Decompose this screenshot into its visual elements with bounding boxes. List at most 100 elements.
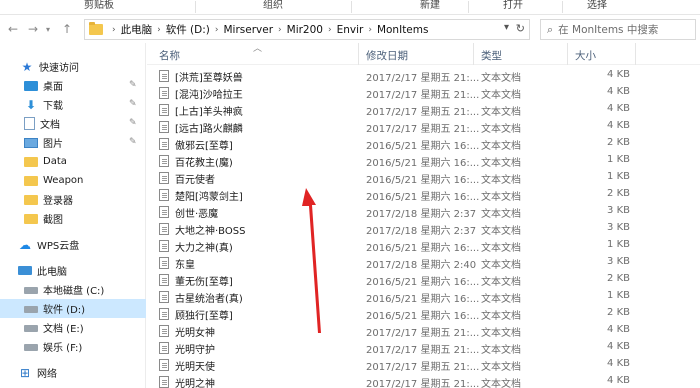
table-row[interactable]: 傲邪云[至尊] 2016/5/21 星期六 16:... 文本文档 2 KB	[147, 135, 700, 152]
file-modified-date: 2017/2/17 星期五 21:...	[366, 73, 480, 84]
text-file-icon	[159, 87, 169, 99]
column-divider[interactable]	[567, 43, 568, 65]
chevron-right-icon[interactable]: ›	[363, 25, 377, 35]
chevron-right-icon[interactable]: ›	[323, 25, 337, 35]
back-button[interactable]: ←	[4, 20, 22, 38]
up-button[interactable]: ↑	[58, 20, 76, 38]
chevron-right-icon[interactable]: ›	[152, 25, 166, 35]
file-type: 文本文档	[481, 107, 521, 118]
breadcrumb-mir200[interactable]: Mir200	[287, 24, 323, 36]
folder-icon	[89, 22, 103, 35]
file-name: [远古]路火麒麟	[175, 124, 243, 135]
file-type: 文本文档	[481, 124, 521, 135]
nav-item-drive-c[interactable]: 本地磁盘 (C:)	[0, 280, 146, 299]
pin-icon[interactable]: ✎	[129, 80, 137, 90]
search-box[interactable]: ⌕	[540, 19, 696, 40]
nav-item-screenshots[interactable]: 截图	[0, 209, 146, 228]
nav-item-weapon[interactable]: Weapon	[0, 171, 146, 190]
breadcrumb-envir[interactable]: Envir	[337, 24, 364, 36]
table-row[interactable]: 百花教主(魔) 2016/5/21 星期六 16:... 文本文档 1 KB	[147, 152, 700, 169]
pin-icon[interactable]: ✎	[129, 118, 137, 128]
forward-button[interactable]: →	[24, 20, 42, 38]
table-row[interactable]: [远古]路火麒麟 2017/2/17 星期五 21:... 文本文档 4 KB	[147, 118, 700, 135]
ribbon-divider	[468, 1, 469, 13]
breadcrumb-mirserver[interactable]: Mirserver	[223, 24, 273, 36]
nav-item-wps-cloud[interactable]: ☁ WPS云盘	[0, 235, 146, 254]
column-divider[interactable]	[473, 43, 474, 65]
file-type: 文本文档	[481, 379, 521, 388]
file-type: 文本文档	[481, 311, 521, 322]
nav-item-pictures[interactable]: 图片 ✎	[0, 133, 146, 152]
file-size: 4 KB	[607, 341, 630, 352]
table-row[interactable]: 光明女神 2017/2/17 星期五 21:... 文本文档 4 KB	[147, 322, 700, 339]
nav-item-drive-f[interactable]: 娱乐 (F:)	[0, 337, 146, 356]
file-type: 文本文档	[481, 175, 521, 186]
breadcrumb-monitems[interactable]: MonItems	[377, 24, 429, 36]
pin-icon[interactable]: ✎	[129, 137, 137, 147]
table-row[interactable]: 大地之神·BOSS 2017/2/18 星期六 2:37 文本文档 3 KB	[147, 220, 700, 237]
address-row: ← → ▾ ↑ › 此电脑 › 软件 (D:) › Mirserver › Mi…	[0, 15, 700, 43]
file-type: 文本文档	[481, 243, 521, 254]
table-row[interactable]: 古星统治者(真) 2016/5/21 星期六 16:... 文本文档 1 KB	[147, 288, 700, 305]
nav-item-downloads[interactable]: ⬇ 下载 ✎	[0, 95, 146, 114]
file-modified-date: 2017/2/18 星期六 2:37	[366, 209, 477, 220]
drive-icon	[24, 287, 38, 294]
chevron-right-icon[interactable]: ›	[273, 25, 287, 35]
address-bar[interactable]: › 此电脑 › 软件 (D:) › Mirserver › Mir200 › E…	[84, 19, 530, 40]
table-row[interactable]: [上古]羊头神疯 2017/2/17 星期五 21:... 文本文档 4 KB	[147, 101, 700, 118]
ribbon-group-clipboard: 剪贴板	[84, 0, 114, 11]
nav-item-drive-e[interactable]: 文档 (E:)	[0, 318, 146, 337]
nav-item-this-pc[interactable]: 此电脑	[0, 261, 146, 280]
search-input[interactable]	[558, 23, 689, 36]
file-type: 文本文档	[481, 141, 521, 152]
column-header-size[interactable]: 大小	[575, 48, 596, 63]
download-icon: ⬇	[25, 97, 37, 112]
table-row[interactable]: 百元使者 2016/5/21 星期六 16:... 文本文档 1 KB	[147, 169, 700, 186]
nav-item-label: Weapon	[43, 175, 84, 186]
file-modified-date: 2016/5/21 星期六 16:...	[366, 311, 480, 322]
nav-item-quick-access[interactable]: ★ 快速访问	[0, 57, 146, 76]
ribbon-group-labels: 剪贴板 组织 新建 打开 选择	[0, 0, 700, 15]
table-row[interactable]: 董无伤[至尊] 2016/5/21 星期六 16:... 文本文档 2 KB	[147, 271, 700, 288]
nav-item-network[interactable]: ⊞ 网络	[0, 363, 146, 382]
file-name: 大地之神·BOSS	[175, 226, 246, 237]
table-row[interactable]: 顾独行[至尊] 2016/5/21 星期六 16:... 文本文档 2 KB	[147, 305, 700, 322]
recent-locations-button[interactable]: ▾	[42, 20, 54, 38]
table-row[interactable]: [洪荒]至尊妖兽 2017/2/17 星期五 21:... 文本文档 4 KB	[147, 67, 700, 84]
nav-item-launcher[interactable]: 登录器	[0, 190, 146, 209]
file-list: ︿ 名称 修改日期 类型 大小 [洪荒]至尊妖兽 2017/2/17 星期五 21…	[147, 43, 700, 388]
column-header-date[interactable]: 修改日期	[366, 48, 408, 63]
document-icon	[24, 117, 35, 130]
table-row[interactable]: 大力之神(真) 2016/5/21 星期六 16:... 文本文档 1 KB	[147, 237, 700, 254]
nav-item-drive-d[interactable]: 软件 (D:)	[0, 299, 146, 318]
file-size: 2 KB	[607, 188, 630, 199]
table-row[interactable]: 东皇 2017/2/18 星期六 2:40 文本文档 3 KB	[147, 254, 700, 271]
file-name: [混沌]沙哈拉王	[175, 90, 243, 101]
table-row[interactable]: 楚阳[鸿蒙剑主] 2016/5/21 星期六 16:... 文本文档 2 KB	[147, 186, 700, 203]
table-row[interactable]: 光明之神 2017/2/17 星期五 21:... 文本文档 4 KB	[147, 373, 700, 388]
nav-item-data[interactable]: Data	[0, 152, 146, 171]
refresh-icon[interactable]: ↻	[516, 22, 525, 35]
column-header-name[interactable]: 名称	[159, 48, 180, 63]
folder-icon	[24, 156, 38, 167]
column-divider[interactable]	[635, 43, 636, 65]
table-row[interactable]: 创世·恶魔 2017/2/18 星期六 2:37 文本文档 3 KB	[147, 203, 700, 220]
table-row[interactable]: [混沌]沙哈拉王 2017/2/17 星期五 21:... 文本文档 4 KB	[147, 84, 700, 101]
pin-icon[interactable]: ✎	[129, 99, 137, 109]
column-header-type[interactable]: 类型	[481, 48, 502, 63]
network-icon: ⊞	[19, 365, 31, 380]
breadcrumb-drive-d[interactable]: 软件 (D:)	[166, 22, 210, 37]
column-divider[interactable]	[358, 43, 359, 65]
table-row[interactable]: 光明守护 2017/2/17 星期五 21:... 文本文档 4 KB	[147, 339, 700, 356]
address-dropdown-icon[interactable]: ▾	[504, 22, 509, 33]
nav-item-documents[interactable]: 文档 ✎	[0, 114, 146, 133]
table-row[interactable]: 光明天使 2017/2/17 星期五 21:... 文本文档 4 KB	[147, 356, 700, 373]
nav-item-label: 快速访问	[39, 63, 79, 74]
text-file-icon	[159, 274, 169, 286]
arrow-left-icon: ←	[7, 22, 19, 36]
breadcrumb-this-pc[interactable]: 此电脑	[121, 22, 153, 37]
nav-item-desktop[interactable]: 桌面 ✎	[0, 76, 146, 95]
ribbon-divider	[351, 1, 352, 13]
chevron-right-icon[interactable]: ›	[210, 25, 224, 35]
file-modified-date: 2017/2/17 星期五 21:...	[366, 124, 480, 135]
